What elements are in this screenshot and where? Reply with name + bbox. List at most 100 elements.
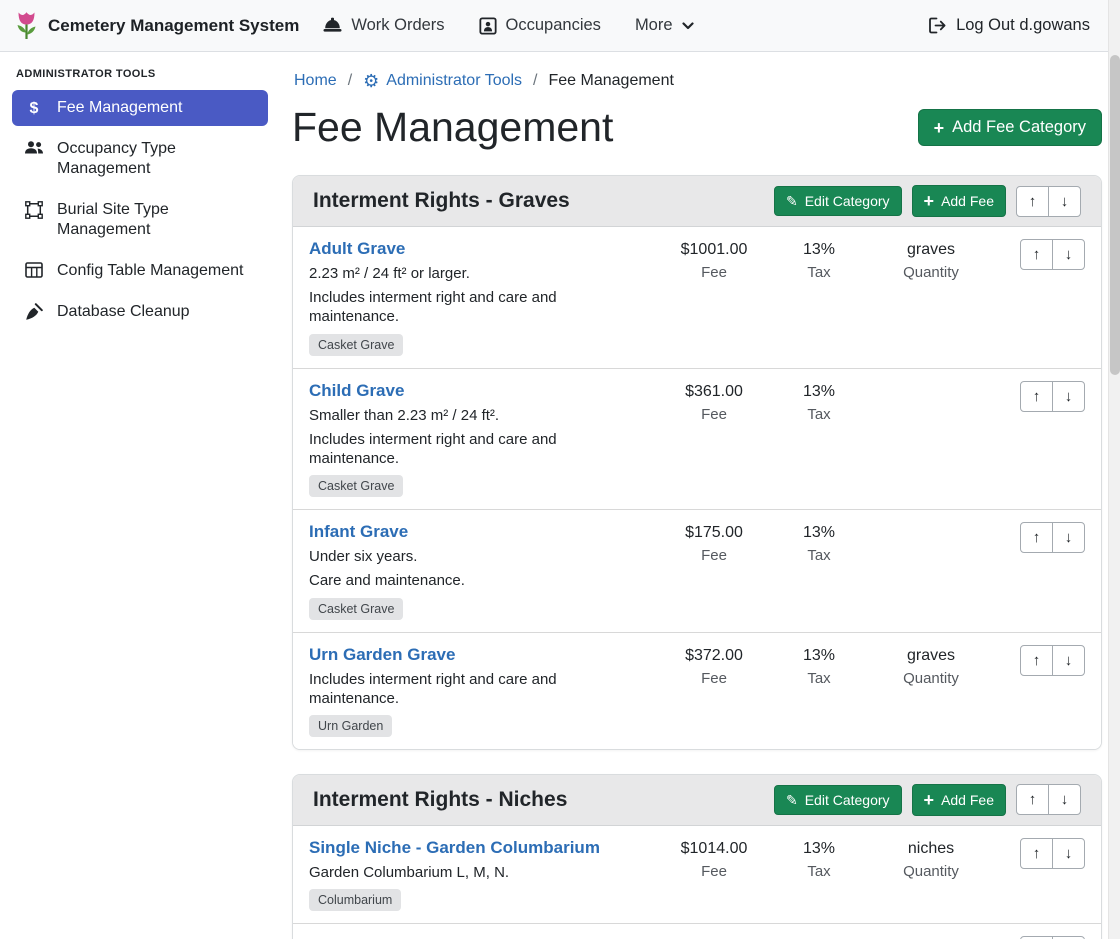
fee-quantity-col: niches Quantity (865, 838, 997, 880)
nav-more-label: More (635, 16, 673, 35)
fee-details: Urn Garden Grave Includes interment righ… (309, 645, 655, 737)
pencil-icon: ✎ (786, 194, 798, 208)
move-fee-up-button[interactable]: ↑ (1020, 381, 1053, 412)
sidebar-item-label: Burial Site Type Management (57, 200, 256, 240)
arrow-down-icon: ↓ (1065, 652, 1073, 669)
sidebar-item-label: Occupancy Type Management (57, 139, 256, 179)
fee-reorder-group: ↑ ↓ (1003, 838, 1085, 869)
fee-tax-label: Tax (773, 863, 865, 880)
fee-reorder-group: ↑ ↓ (1003, 522, 1085, 553)
nav-more[interactable]: More (635, 16, 694, 35)
add-fee-button[interactable]: + Add Fee (912, 185, 1006, 217)
breadcrumb-separator: / (533, 72, 537, 90)
page-scrollbar[interactable] (1108, 0, 1120, 939)
add-fee-category-button[interactable]: + Add Fee Category (918, 109, 1102, 146)
person-frame-icon (479, 17, 497, 35)
logout-button[interactable]: Log Out d.gowans (928, 16, 1090, 35)
breadcrumb-home-link[interactable]: Home (294, 72, 337, 90)
arrow-up-icon: ↑ (1033, 388, 1041, 405)
move-fee-down-button[interactable]: ↓ (1052, 645, 1085, 676)
dollar-icon: $ (24, 99, 44, 118)
fee-type-badge: Casket Grave (309, 475, 403, 497)
admin-sidebar: Administrator Tools $ Fee Management Occ… (0, 52, 280, 939)
add-fee-button[interactable]: + Add Fee (912, 784, 1006, 816)
nav-occupancies[interactable]: Occupancies (479, 16, 601, 35)
move-fee-down-button[interactable]: ↓ (1052, 239, 1085, 270)
arrow-down-icon: ↓ (1065, 845, 1073, 862)
fee-amount-label: Fee (655, 547, 773, 564)
fee-tax-label: Tax (773, 670, 865, 687)
move-category-up-button[interactable]: ↑ (1016, 784, 1049, 815)
fee-name-link[interactable]: Urn Garden Grave (309, 645, 455, 665)
fee-amount-label: Fee (655, 406, 773, 423)
sidebar-item-occupancy-type[interactable]: Occupancy Type Management (12, 131, 268, 187)
fee-type-badge: Casket Grave (309, 598, 403, 620)
category-title: Interment Rights - Graves (313, 189, 774, 213)
table-icon (24, 262, 44, 278)
move-category-down-button[interactable]: ↓ (1048, 186, 1081, 217)
fee-amount-col: $1014.00 Fee (655, 838, 773, 880)
move-fee-down-button[interactable]: ↓ (1052, 522, 1085, 553)
scrollbar-thumb[interactable] (1110, 55, 1120, 375)
fee-name-link[interactable]: Adult Grave (309, 239, 405, 259)
breadcrumb-admin-tools-label: Administrator Tools (386, 72, 522, 90)
edit-category-label: Edit Category (805, 193, 890, 209)
fee-row: Infant Grave Under six years. Care and m… (293, 509, 1101, 631)
fee-name-link[interactable]: Single Niche - Garden Columbarium (309, 838, 600, 858)
fee-details: Infant Grave Under six years. Care and m… (309, 522, 655, 619)
gear-icon: ⚙ (363, 72, 379, 90)
fee-tax: 13% (773, 383, 865, 401)
move-fee-down-button[interactable]: ↓ (1052, 381, 1085, 412)
page-layout: Administrator Tools $ Fee Management Occ… (0, 52, 1120, 939)
plus-icon: + (924, 791, 935, 809)
fee-description: Under six years. (309, 547, 645, 566)
vector-square-icon (24, 201, 44, 219)
add-fee-category-label: Add Fee Category (952, 118, 1086, 137)
arrow-up-icon: ↑ (1033, 529, 1041, 546)
fee-amount-col: $1001.00 Fee (655, 239, 773, 281)
move-category-up-button[interactable]: ↑ (1016, 186, 1049, 217)
sidebar-item-config-table[interactable]: Config Table Management (12, 253, 268, 289)
fee-amount-label: Fee (655, 264, 773, 281)
fee-name-link[interactable]: Infant Grave (309, 522, 408, 542)
edit-category-button[interactable]: ✎ Edit Category (774, 186, 902, 216)
fee-quantity-col (865, 381, 997, 383)
fee-row: Child Grave Smaller than 2.23 m² / 24 ft… (293, 368, 1101, 510)
main-content: Home / ⚙ Administrator Tools / Fee Manag… (280, 52, 1120, 939)
fee-tax: 13% (773, 647, 865, 665)
fee-tax-label: Tax (773, 264, 865, 281)
sidebar-item-burial-site-type[interactable]: Burial Site Type Management (12, 192, 268, 248)
move-fee-up-button[interactable]: ↑ (1020, 838, 1053, 869)
edit-category-button[interactable]: ✎ Edit Category (774, 785, 902, 815)
fee-type-badge: Casket Grave (309, 334, 403, 356)
fee-type-badge: Columbarium (309, 889, 401, 911)
hard-hat-icon (323, 17, 342, 34)
fee-amount: $1001.00 (655, 241, 773, 259)
fee-amount: $372.00 (655, 647, 773, 665)
fee-tax-col: 13% Tax (773, 239, 865, 281)
fee-name-link[interactable]: Child Grave (309, 381, 404, 401)
fee-tax-label: Tax (773, 547, 865, 564)
breadcrumb-admin-tools-link[interactable]: ⚙ Administrator Tools (363, 72, 522, 90)
move-fee-up-button[interactable]: ↑ (1020, 522, 1053, 553)
fee-tax: 13% (773, 524, 865, 542)
fee-description: Smaller than 2.23 m² / 24 ft². (309, 406, 645, 425)
fee-amount: $361.00 (655, 383, 773, 401)
fee-row: Single Niche - Garden Columbarium Garden… (293, 826, 1101, 923)
fee-reorder-group: ↑ ↓ (1003, 381, 1085, 412)
nav-work-orders[interactable]: Work Orders (323, 16, 444, 35)
fee-description: Includes interment right and care and ma… (309, 288, 645, 326)
fee-amount-col: $175.00 Fee (655, 522, 773, 564)
fee-tax-col: 13% Tax (773, 522, 865, 564)
sidebar-item-fee-management[interactable]: $ Fee Management (12, 90, 268, 126)
fee-description: 2.23 m² / 24 ft² or larger. (309, 264, 645, 283)
fee-row: Urn Garden Grave Includes interment righ… (293, 632, 1101, 749)
fee-amount-col: $361.00 Fee (655, 381, 773, 423)
move-fee-up-button[interactable]: ↑ (1020, 645, 1053, 676)
sidebar-item-database-cleanup[interactable]: Database Cleanup (12, 294, 268, 330)
move-category-down-button[interactable]: ↓ (1048, 784, 1081, 815)
plus-icon: + (924, 192, 935, 210)
move-fee-up-button[interactable]: ↑ (1020, 239, 1053, 270)
move-fee-down-button[interactable]: ↓ (1052, 838, 1085, 869)
app-brand[interactable]: Cemetery Management System (14, 11, 299, 41)
